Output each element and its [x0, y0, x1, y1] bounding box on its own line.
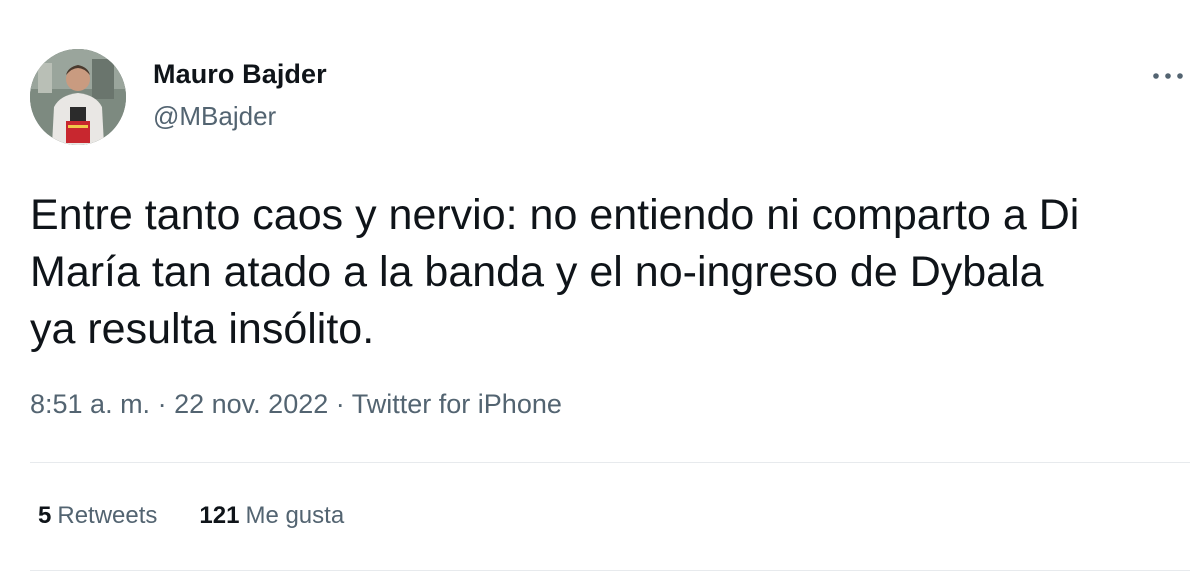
meta-separator: · [335, 389, 345, 419]
tweet-time[interactable]: 8:51 a. m. [30, 389, 150, 419]
tweet-source[interactable]: Twitter for iPhone [352, 389, 562, 419]
avatar[interactable] [30, 49, 126, 145]
likes-label: Me gusta [245, 502, 345, 529]
more-options-button[interactable] [1148, 60, 1188, 92]
tweet-text-line: María tan atado a la banda y el no-ingre… [30, 248, 1044, 296]
retweets-label: Retweets [57, 502, 158, 529]
author-name[interactable]: Mauro Bajder [153, 59, 327, 90]
likes-count: 121 [199, 502, 240, 529]
likes-stat[interactable]: 121 Me gusta [199, 502, 344, 530]
tweet-text-line: ya resulta insólito. [30, 305, 375, 353]
tweet-date[interactable]: 22 nov. 2022 [174, 389, 328, 419]
divider [30, 570, 1190, 571]
meta-separator: · [157, 389, 167, 419]
profile-photo-icon [30, 49, 126, 145]
retweets-stat[interactable]: 5 Retweets [38, 502, 157, 530]
author-handle[interactable]: @MBajder [153, 101, 276, 132]
tweet-card: Mauro Bajder @MBajder Entre tanto caos y… [0, 0, 1200, 575]
more-horizontal-icon [1153, 73, 1183, 79]
tweet-text-line: Entre tanto caos y nervio: no entiendo n… [30, 191, 1080, 239]
divider [30, 462, 1190, 463]
tweet-metadata: 8:51 a. m. · 22 nov. 2022 · Twitter for … [30, 389, 562, 420]
retweets-count: 5 [38, 502, 52, 529]
tweet-text: Entre tanto caos y nervio: no entiendo n… [30, 187, 1190, 358]
tweet-stats: 5 Retweets 121 Me gusta [38, 502, 344, 530]
